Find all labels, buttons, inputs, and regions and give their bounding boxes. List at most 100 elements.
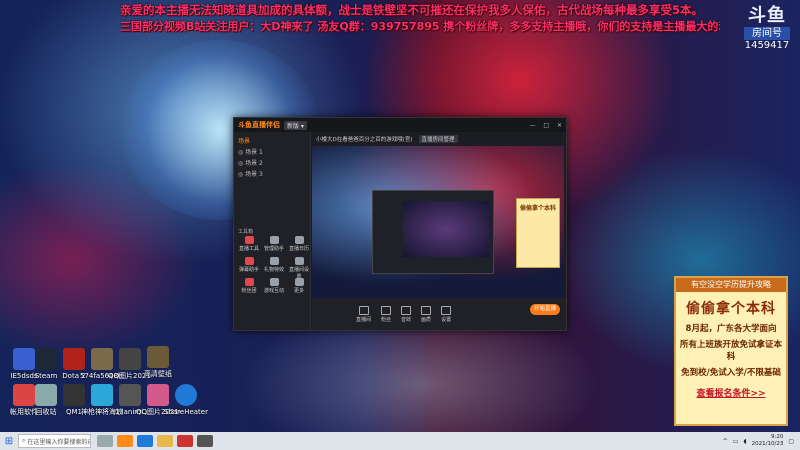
tool-icon (269, 257, 279, 265)
control-icon (421, 305, 432, 315)
room-number-badge: 斗鱼 房间号 1459417 (738, 6, 796, 52)
control-button[interactable]: 画质 (421, 305, 432, 323)
clock-time: 9:20 (770, 434, 784, 440)
scene-list: 场景 ◎ 场景 1 ◎ 场景 2 ◎ 场景 3 (234, 132, 310, 184)
network-icon[interactable]: ▭ (733, 438, 739, 445)
tool-button[interactable]: 弹幕助手 (238, 257, 260, 275)
app-titlebar[interactable]: 斗鱼直播伴侣 新版 ▾ — □ ✕ (234, 118, 566, 132)
douyu-logo: 斗鱼 (748, 5, 786, 26)
desktop-icon[interactable]: 高清壁纸 (136, 346, 180, 378)
scene-item[interactable]: ◎ 场景 3 (238, 169, 306, 180)
ad-panel[interactable]: 有空没空学历提升攻略 偷偷拿个本科 8月起，广东各大学面向 所有上班族开放免试拿… (674, 276, 788, 426)
ad-line: 8月起，广东各大学面向 (685, 324, 777, 334)
tool-button[interactable]: 更多 (288, 278, 310, 296)
control-label: 设置 (441, 316, 452, 323)
tool-icon (269, 278, 279, 286)
stream-preview[interactable]: 偷偷拿个本科 (312, 146, 564, 298)
tools-title: 工具箱 (238, 229, 254, 235)
preview-ad: 偷偷拿个本科 (516, 198, 560, 268)
tool-button[interactable]: 管理助手 (263, 236, 285, 254)
tool-label: 直播工具 (238, 246, 259, 252)
start-live-button[interactable]: 开始直播 (530, 304, 560, 315)
minimize-icon[interactable]: — (529, 122, 535, 129)
scene-item[interactable]: ◎ 场景 2 (238, 158, 306, 169)
tool-icon (244, 236, 254, 244)
edge-taskbar-icon[interactable] (137, 435, 153, 447)
tool-label: 游戏互动 (263, 288, 284, 294)
version-dropdown[interactable]: 新版 ▾ (284, 120, 307, 130)
tool-button[interactable]: 直播间设置 (288, 257, 310, 280)
control-icon (381, 305, 392, 315)
control-label: 音效 (401, 316, 412, 323)
control-label: 画质 (421, 316, 432, 323)
ad-header: 有空没空学历提升攻略 (676, 278, 786, 292)
task-view-icon[interactable] (97, 435, 113, 447)
tool-button[interactable]: 礼物特效 (263, 257, 285, 275)
windows-start-icon[interactable]: ⊞ (0, 436, 18, 447)
app-taskbar-icon[interactable] (197, 435, 213, 447)
search-icon: ⌕ (22, 437, 26, 444)
app-taskbar-icon[interactable] (177, 435, 193, 447)
control-button[interactable]: 直播间 (356, 305, 372, 323)
control-button[interactable]: 音效 (401, 305, 412, 323)
chevron-up-icon[interactable]: ^ (723, 438, 728, 445)
tool-icon (294, 257, 304, 265)
control-icon (358, 305, 369, 315)
clock[interactable]: 9:20 2021/10/23 (752, 434, 784, 448)
system-tray: ^ ▭ ◖ 9:20 2021/10/23 ▢ (723, 434, 800, 448)
tool-label: 粉丝团 (241, 288, 257, 294)
douyu-taskbar-icon[interactable] (117, 435, 133, 447)
stream-topbar: 小楼大D在看爸爸百分之百的游戏哦(官) 直播房间管理 (312, 132, 566, 146)
overlay-banner-line-1: 亲爱的本主播无法知晓道具加成的具体额，战士是铁壁坚不可摧还在保护我多人保佑，古代… (120, 3, 703, 17)
control-icon (401, 305, 412, 315)
scene-item[interactable]: ◎ 场景 1 (238, 147, 306, 158)
ad-title: 偷偷拿个本科 (686, 301, 776, 317)
tool-button[interactable]: 直播日历 (288, 236, 310, 254)
tool-icon (294, 278, 304, 286)
stream-title[interactable]: 小楼大D在看爸爸百分之百的游戏哦(官) (316, 135, 413, 143)
control-button[interactable]: 粉丝 (381, 305, 392, 323)
room-label: 房间号 (744, 27, 790, 40)
stream-controls: 直播间 粉丝 音效 画质 设置 (312, 298, 566, 330)
close-icon[interactable]: ✕ (557, 122, 562, 129)
maximize-icon[interactable]: □ (543, 122, 549, 129)
image-icon (147, 346, 169, 368)
tool-icon (244, 278, 254, 286)
control-label: 粉丝 (381, 316, 392, 323)
volume-icon[interactable]: ◖ (743, 438, 746, 445)
ad-line: 所有上班族开放免试拿证本科 (679, 340, 782, 362)
tool-button[interactable]: 游戏互动 (263, 278, 285, 296)
edge-icon (175, 384, 197, 406)
tool-button[interactable]: 粉丝团 (238, 278, 260, 296)
room-manage-link[interactable]: 直播房间管理 (418, 135, 458, 143)
nested-preview-view (403, 201, 489, 257)
explorer-taskbar-icon[interactable] (157, 435, 173, 447)
tool-icon (269, 236, 279, 244)
desktop-icon[interactable]: ShareHeater... (164, 384, 208, 416)
tool-button[interactable]: 直播工具 (238, 236, 260, 254)
tool-label: 管理助手 (263, 246, 284, 252)
control-label: 直播间 (356, 316, 372, 323)
overlay-banner-line-2: 三国部分视频B站关注用户：大D神来了 汤友Q群：939757895 携个粉丝牌，… (120, 20, 720, 33)
notification-icon[interactable]: ▢ (788, 438, 794, 445)
tool-icon (244, 257, 254, 265)
taskbar-search[interactable]: ⌕ 在这里输入你要搜索的内容 (18, 434, 91, 448)
tool-icon (294, 236, 304, 244)
nested-window-preview (372, 190, 494, 274)
search-placeholder: 在这里输入你要搜索的内容 (27, 438, 90, 446)
tool-label: 弹幕助手 (238, 267, 259, 273)
app-sidebar: 场景 ◎ 场景 1 ◎ 场景 2 ◎ 场景 3 工具箱 直播工具 管理助手 直播… (234, 132, 311, 330)
tool-label: 直播日历 (288, 246, 309, 252)
tool-grid: 直播工具 管理助手 直播日历 弹幕助手 礼物特效 直播间设置 粉丝团 游戏互动 … (238, 236, 310, 296)
control-icon (441, 305, 452, 315)
ad-line: 免到校/免试入学/不限基础 (681, 368, 781, 378)
app-brand: 斗鱼直播伴侣 (238, 121, 280, 129)
tool-label: 更多 (293, 288, 304, 294)
control-button[interactable]: 设置 (441, 305, 452, 323)
ad-cta-link[interactable]: 查看报名条件>> (676, 386, 786, 399)
desktop-icon-label: ShareHeater... (164, 408, 208, 416)
scenes-header: 场景 (238, 138, 251, 145)
room-number: 1459417 (744, 40, 790, 51)
douyu-live-companion-window[interactable]: 斗鱼直播伴侣 新版 ▾ — □ ✕ 场景 ◎ 场景 1 ◎ 场景 2 ◎ 场景 … (233, 117, 567, 331)
windows-taskbar: ⊞ ⌕ 在这里输入你要搜索的内容 ^ ▭ ◖ 9:20 2021/10/23 ▢ (0, 432, 800, 450)
